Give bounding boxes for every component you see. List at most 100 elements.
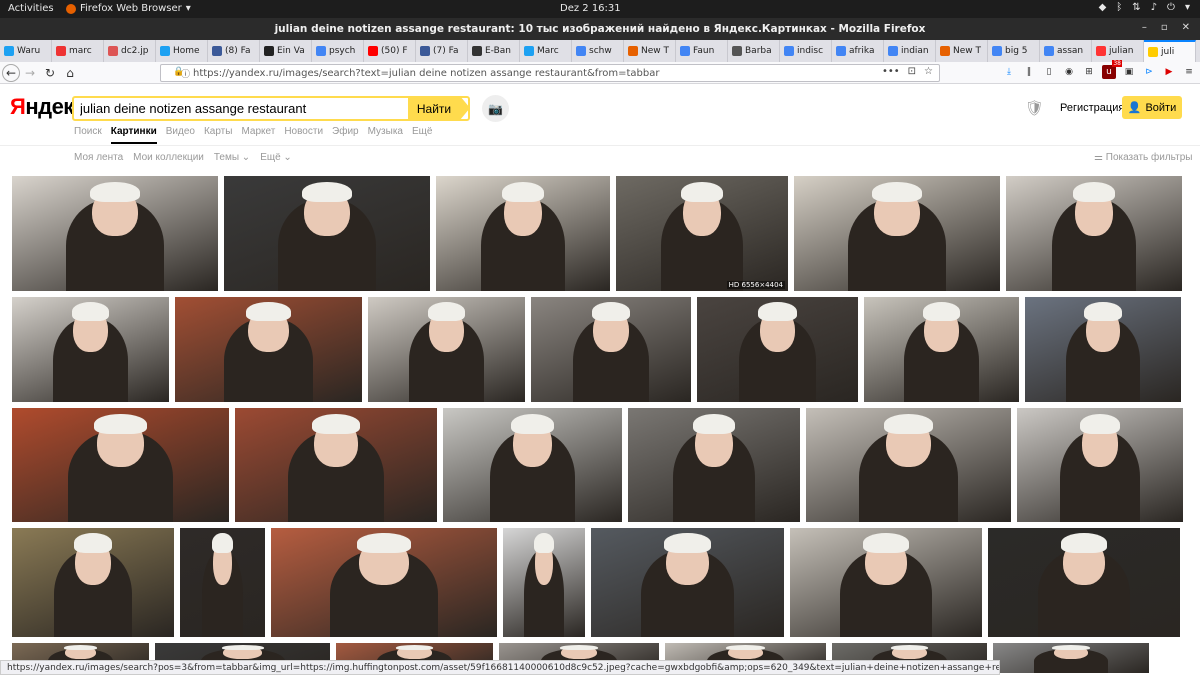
shield-icon[interactable]: 🛡	[1025, 99, 1044, 117]
tab[interactable]: (8) Fa	[208, 40, 260, 62]
reader-extension-icon[interactable]: ⊳	[1142, 65, 1156, 79]
lock-icon[interactable]: 🔒	[173, 67, 184, 77]
service-link[interactable]: Ещё	[412, 126, 432, 137]
tab[interactable]: julian	[1092, 40, 1144, 62]
tab[interactable]: Waru	[0, 40, 52, 62]
image-thumbnail[interactable]: HD 6556×4404	[616, 176, 788, 291]
tab[interactable]: schw	[572, 40, 624, 62]
search-input[interactable]	[74, 98, 448, 119]
forward-button[interactable]: →	[20, 63, 40, 83]
image-thumbnail[interactable]	[180, 528, 265, 637]
back-button[interactable]: ←	[2, 63, 20, 82]
maximize-button[interactable]: ▫	[1161, 22, 1168, 33]
image-thumbnail[interactable]	[436, 176, 610, 291]
tab[interactable]: afrika	[832, 40, 884, 62]
tab[interactable]: dc2.jp	[104, 40, 156, 62]
tab[interactable]: juli	[1144, 40, 1196, 62]
image-thumbnail[interactable]	[224, 176, 430, 291]
image-thumbnail[interactable]	[12, 408, 229, 522]
camera-search-icon[interactable]: 📷	[482, 95, 509, 122]
tab[interactable]: Barba	[728, 40, 780, 62]
service-link[interactable]: Музыка	[368, 126, 403, 137]
image-thumbnail[interactable]	[12, 176, 218, 291]
find-button[interactable]: Найти	[408, 96, 460, 121]
youtube-extension-icon[interactable]: ▶	[1162, 65, 1176, 79]
image-thumbnail[interactable]	[697, 297, 858, 402]
bookmark-star-icon[interactable]: ☆	[924, 66, 933, 77]
image-thumbnail[interactable]	[591, 528, 784, 637]
image-thumbnail[interactable]	[531, 297, 691, 402]
tab[interactable]: (7) Fa	[416, 40, 468, 62]
tab-scroll-right-button[interactable]: ›	[1196, 40, 1200, 62]
image-thumbnail[interactable]	[1025, 297, 1181, 402]
tab[interactable]: Home	[156, 40, 208, 62]
app-menu[interactable]: Firefox Web Browser ▾	[66, 3, 191, 14]
service-link[interactable]: Маркет	[241, 126, 275, 137]
image-thumbnail[interactable]	[794, 176, 1000, 291]
account-icon[interactable]: ◉	[1062, 65, 1076, 79]
close-button[interactable]: ✕	[1182, 22, 1190, 33]
image-thumbnail[interactable]	[235, 408, 437, 522]
service-link[interactable]: Новости	[284, 126, 323, 137]
image-thumbnail[interactable]	[443, 408, 622, 522]
ublock-icon[interactable]: u 38	[1102, 60, 1122, 79]
register-link[interactable]: Регистрация	[1060, 102, 1124, 114]
subnav-link[interactable]: Темы ⌄	[214, 152, 250, 163]
tab[interactable]: Marc	[520, 40, 572, 62]
image-thumbnail[interactable]	[12, 297, 169, 402]
tab[interactable]: Ein Va	[260, 40, 312, 62]
service-link[interactable]: Эфир	[332, 126, 359, 137]
tab[interactable]: New T	[624, 40, 676, 62]
reload-button[interactable]: ↻	[40, 63, 60, 83]
login-button[interactable]: 👤 Войти	[1122, 96, 1182, 119]
download-icon[interactable]: ⤓	[1002, 65, 1016, 79]
pocket-icon[interactable]: ⊡	[908, 66, 916, 77]
chevron-down-icon[interactable]: ▾	[1185, 2, 1190, 13]
image-thumbnail[interactable]	[864, 297, 1019, 402]
image-thumbnail[interactable]	[175, 297, 362, 402]
tab[interactable]: big 5	[988, 40, 1040, 62]
image-thumbnail[interactable]	[790, 528, 982, 637]
network-icon[interactable]: ⇅	[1132, 2, 1140, 13]
image-thumbnail[interactable]	[806, 408, 1011, 522]
image-thumbnail[interactable]	[1006, 176, 1182, 291]
url-bar[interactable]: ⓘ 🔒 https://yandex.ru/images/search?text…	[160, 64, 940, 82]
image-thumbnail[interactable]	[1017, 408, 1183, 522]
tab[interactable]: E-Ban	[468, 40, 520, 62]
tab[interactable]: indian	[884, 40, 936, 62]
image-thumbnail[interactable]	[12, 528, 174, 637]
extension-icon[interactable]: ⊞	[1082, 65, 1096, 79]
image-thumbnail[interactable]	[368, 297, 525, 402]
image-thumbnail[interactable]	[993, 643, 1149, 673]
tab[interactable]: psych	[312, 40, 364, 62]
tab[interactable]: assan	[1040, 40, 1092, 62]
service-link[interactable]: Поиск	[74, 126, 102, 137]
service-link[interactable]: Видео	[166, 126, 195, 137]
subnav-link[interactable]: Ещё ⌄	[260, 152, 292, 163]
power-icon[interactable]: ⏻	[1167, 2, 1175, 13]
tab[interactable]: New T	[936, 40, 988, 62]
show-filters-button[interactable]: ⚌ Показать фильтры	[1094, 152, 1192, 163]
sidebar-icon[interactable]: ▯	[1042, 65, 1056, 79]
menu-icon[interactable]: ≡	[1182, 65, 1196, 79]
image-thumbnail[interactable]	[988, 528, 1180, 637]
subnav-link[interactable]: Мои коллекции	[133, 152, 204, 163]
tab[interactable]: marc	[52, 40, 104, 62]
image-thumbnail[interactable]	[271, 528, 497, 637]
image-thumbnail[interactable]	[503, 528, 585, 637]
minimize-button[interactable]: –	[1142, 22, 1147, 33]
volume-icon[interactable]: ♪	[1151, 2, 1157, 13]
activities-button[interactable]: Activities	[8, 3, 54, 14]
home-icon[interactable]: ⌂	[60, 63, 80, 83]
tab[interactable]: indisc	[780, 40, 832, 62]
subnav-link[interactable]: Моя лента	[74, 152, 123, 163]
library-icon[interactable]: ‖	[1022, 65, 1036, 79]
dropbox-icon[interactable]: ◆	[1099, 2, 1107, 13]
service-link[interactable]: Картинки	[110, 126, 157, 144]
page-actions-icon[interactable]: •••	[882, 66, 900, 77]
image-thumbnail[interactable]	[628, 408, 800, 522]
tab[interactable]: Faun	[676, 40, 728, 62]
system-tray[interactable]: ◆ ᛒ ⇅ ♪ ⏻ ▾	[1099, 2, 1190, 13]
tab[interactable]: (50) F	[364, 40, 416, 62]
image-extension-icon[interactable]: ▣	[1122, 65, 1136, 79]
